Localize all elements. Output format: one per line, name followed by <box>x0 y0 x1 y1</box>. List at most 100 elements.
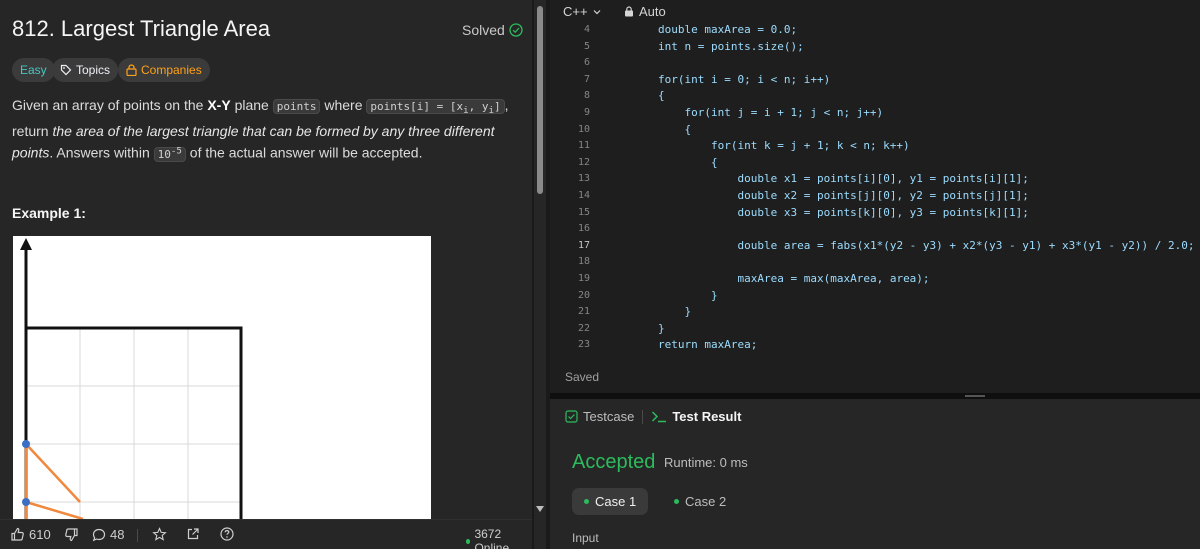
triangle-edge <box>25 443 81 503</box>
code-line: 18 <box>550 254 1200 271</box>
code-line: 7 for(int i = 0; i < n; i++) <box>550 72 1200 89</box>
desc-text-3: where <box>320 97 367 113</box>
code-text: maxArea = max(maxArea, area); <box>737 271 930 285</box>
checkbox-icon <box>565 410 578 423</box>
like-count: 610 <box>29 527 51 542</box>
code-line: 19 maxArea = max(maxArea, area); <box>550 271 1200 288</box>
tab-result-label: Test Result <box>672 409 742 424</box>
code-line: 15 double x3 = points[k][0], y3 = points[… <box>550 205 1200 222</box>
code-line: 9 for(int j = i + 1; j < n; j++) <box>550 105 1200 122</box>
line-number: 11 <box>577 140 590 152</box>
code-line: 10 { <box>550 122 1200 139</box>
point <box>22 498 30 506</box>
desc-text-5: . Answers within <box>49 144 154 161</box>
line-number: 5 <box>583 40 590 52</box>
line-number: 18 <box>577 256 590 268</box>
code-line: 8{ <box>550 88 1200 105</box>
like-button[interactable]: 610 <box>10 527 51 542</box>
question-icon <box>220 527 234 541</box>
example-figure <box>13 236 431 519</box>
code-line: 13 double x1 = points[i][0], y1 = points[… <box>550 171 1200 188</box>
online-dot-icon <box>466 538 471 544</box>
code-text: for(int k = j + 1; k < n; k++) <box>711 139 910 153</box>
code-text: double area = fabs(x1*(y2 - y3) + x2*(y3… <box>737 238 1195 252</box>
code-text: } <box>684 305 692 319</box>
line-number: 12 <box>577 156 590 168</box>
line-number: 6 <box>583 57 590 69</box>
scroll-down-arrow-icon[interactable] <box>536 505 544 513</box>
result-status: Accepted <box>572 451 656 473</box>
line-number: 8 <box>583 90 590 102</box>
code-points-i-end: ] <box>494 100 501 113</box>
code-text: return maxArea; <box>658 338 758 352</box>
auto-mode-toggle[interactable]: Auto <box>624 4 666 19</box>
favorite-button[interactable] <box>152 527 167 542</box>
desc-text-1: Given an array of points on the <box>12 97 208 113</box>
saved-status: Saved <box>565 370 600 384</box>
tab-testcase[interactable]: Testcase <box>565 409 634 424</box>
line-number: 14 <box>577 189 590 201</box>
help-button[interactable] <box>220 527 234 541</box>
line-number: 10 <box>577 123 590 135</box>
case-1-label: Case 1 <box>595 494 637 509</box>
result-tabs: Testcase Test Result <box>565 409 741 424</box>
topics-button[interactable]: Topics <box>52 58 119 82</box>
check-circle-icon <box>509 23 523 37</box>
code-line: 6 <box>550 55 1200 72</box>
desc-bold: X-Y <box>207 97 231 113</box>
code-line: 16 <box>550 221 1200 238</box>
code-editor[interactable]: C++ Auto 4 double maxArea = 0.0; 5 int n = … <box>550 0 1200 392</box>
code-text: for(int i = 0; i < n; i++) <box>658 72 831 86</box>
language-select[interactable]: C++ <box>563 4 602 19</box>
point <box>22 440 30 448</box>
line-number: 22 <box>577 322 590 334</box>
code-text: double x2 = points[j][0], y2 = points[j]… <box>737 188 1029 202</box>
share-button[interactable] <box>186 527 200 541</box>
desc-text-6: of the actual answer will be accepted. <box>185 144 423 161</box>
line-number: 15 <box>577 206 590 218</box>
code-points-i: points[i] = [xi, yi] <box>366 99 505 116</box>
difficulty-label: Easy <box>20 63 47 77</box>
line-number: 17 <box>577 239 590 251</box>
code-text: double x3 = points[k][0], y3 = points[k]… <box>737 205 1029 219</box>
scrollbar-thumb[interactable] <box>537 6 543 194</box>
code-line: 12 { <box>550 155 1200 172</box>
case-2-label: Case 2 <box>685 494 727 509</box>
star-icon <box>152 527 167 541</box>
line-number: 21 <box>577 306 590 318</box>
code-tolerance-base: 10 <box>157 147 171 161</box>
code-line: 5 int n = points.size(); <box>550 39 1200 56</box>
comment-count: 48 <box>110 527 125 542</box>
dislike-button[interactable] <box>64 527 79 542</box>
companies-label: Companies <box>141 63 202 77</box>
y-axis-arrow-icon <box>20 238 32 250</box>
problem-scrollbar[interactable] <box>534 0 546 549</box>
resize-grip[interactable] <box>965 395 985 397</box>
code-lines: 4 double maxArea = 0.0; 5 int n = points.si… <box>550 22 1200 354</box>
divider <box>137 529 138 542</box>
editor-panel: C++ Auto 4 double maxArea = 0.0; 5 int n = … <box>550 0 1200 549</box>
code-tolerance: 10-5 <box>153 145 186 162</box>
comments-button[interactable]: 48 <box>92 527 124 542</box>
code-text: { <box>711 155 718 169</box>
problem-description: Given an array of points on the X-Y plan… <box>12 95 524 165</box>
lock-icon <box>126 64 137 76</box>
line-number: 16 <box>577 223 590 235</box>
code-text: int n = points.size(); <box>658 39 804 53</box>
code-text: double x1 = points[i][0], y1 = points[i]… <box>737 172 1029 186</box>
code-text: { <box>684 122 692 136</box>
tab-testcase-label: Testcase <box>583 409 635 424</box>
case-1-tab[interactable]: Case 1 <box>572 488 649 515</box>
problem-panel: 812. Largest Triangle Area Solved Easy T… <box>0 0 532 549</box>
code-tolerance-exp: -5 <box>170 145 182 157</box>
results-panel: Testcase Test Result Accepted Runtime: 0… <box>550 399 1200 549</box>
line-number: 9 <box>583 106 590 118</box>
code-points: points <box>272 99 321 114</box>
case-2-tab[interactable]: Case 2 <box>662 488 738 515</box>
code-text: } <box>658 321 665 335</box>
code-line: 23 return maxArea; <box>550 337 1200 354</box>
companies-button[interactable]: Companies <box>118 58 210 82</box>
triangle-edge <box>25 500 84 519</box>
line-number: 20 <box>577 289 590 301</box>
tab-test-result[interactable]: Test Result <box>651 409 741 424</box>
